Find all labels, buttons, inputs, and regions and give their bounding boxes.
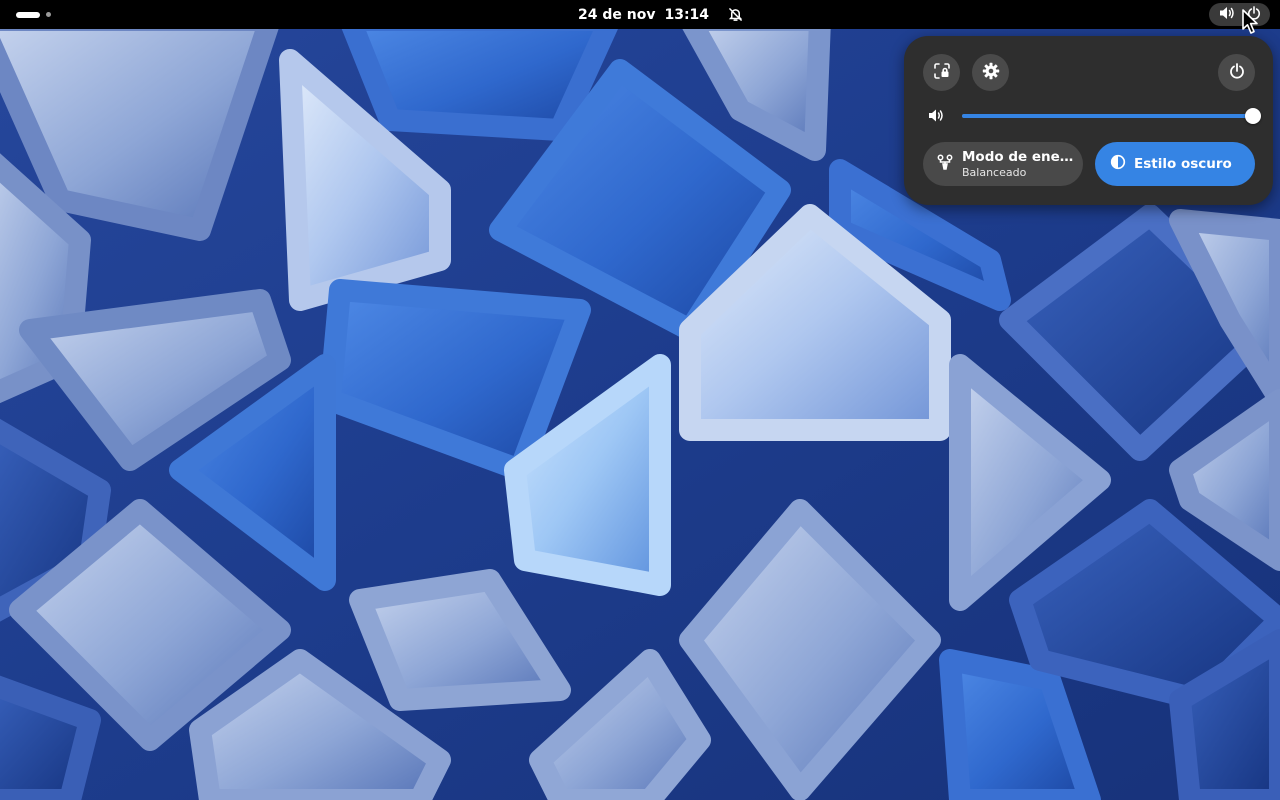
top-bar: 24 de nov 13:14 [0,0,1280,29]
screenshot-button[interactable] [923,54,960,91]
activities-workspace-indicator[interactable] [12,6,55,23]
clock-date: 24 de nov [578,6,656,23]
speaker-icon [1219,5,1235,24]
volume-control [923,104,1261,128]
power-off-menu-button[interactable] [1218,54,1255,91]
date-time-button[interactable]: 24 de nov 13:14 [570,4,751,25]
volume-slider-fill [962,114,1253,118]
quick-settings-panel: Modo de energía Balanceado Estilo oscuro [904,36,1273,205]
screenshot-icon [933,62,951,84]
power-mode-title: Modo de energía [962,149,1076,165]
dark-style-toggle[interactable]: Estilo oscuro [1095,142,1255,186]
system-menu-button[interactable] [1209,3,1270,26]
volume-slider[interactable] [962,104,1261,128]
gear-icon [982,62,1000,84]
power-mode-subtitle: Balanceado [962,166,1027,179]
power-mode-toggle[interactable]: Modo de energía Balanceado [923,142,1083,186]
bell-off-icon [728,7,743,22]
dark-mode-icon [1110,154,1126,174]
power-profile-icon [936,153,954,175]
volume-slider-knob[interactable] [1245,108,1261,124]
dark-style-title: Estilo oscuro [1134,156,1232,172]
settings-button[interactable] [972,54,1009,91]
speaker-icon[interactable] [928,108,944,127]
workspace-active-pill [16,11,40,18]
clock-time: 13:14 [664,6,710,23]
power-icon [1247,5,1261,24]
power-icon [1229,62,1245,83]
workspace-dot [46,12,51,17]
